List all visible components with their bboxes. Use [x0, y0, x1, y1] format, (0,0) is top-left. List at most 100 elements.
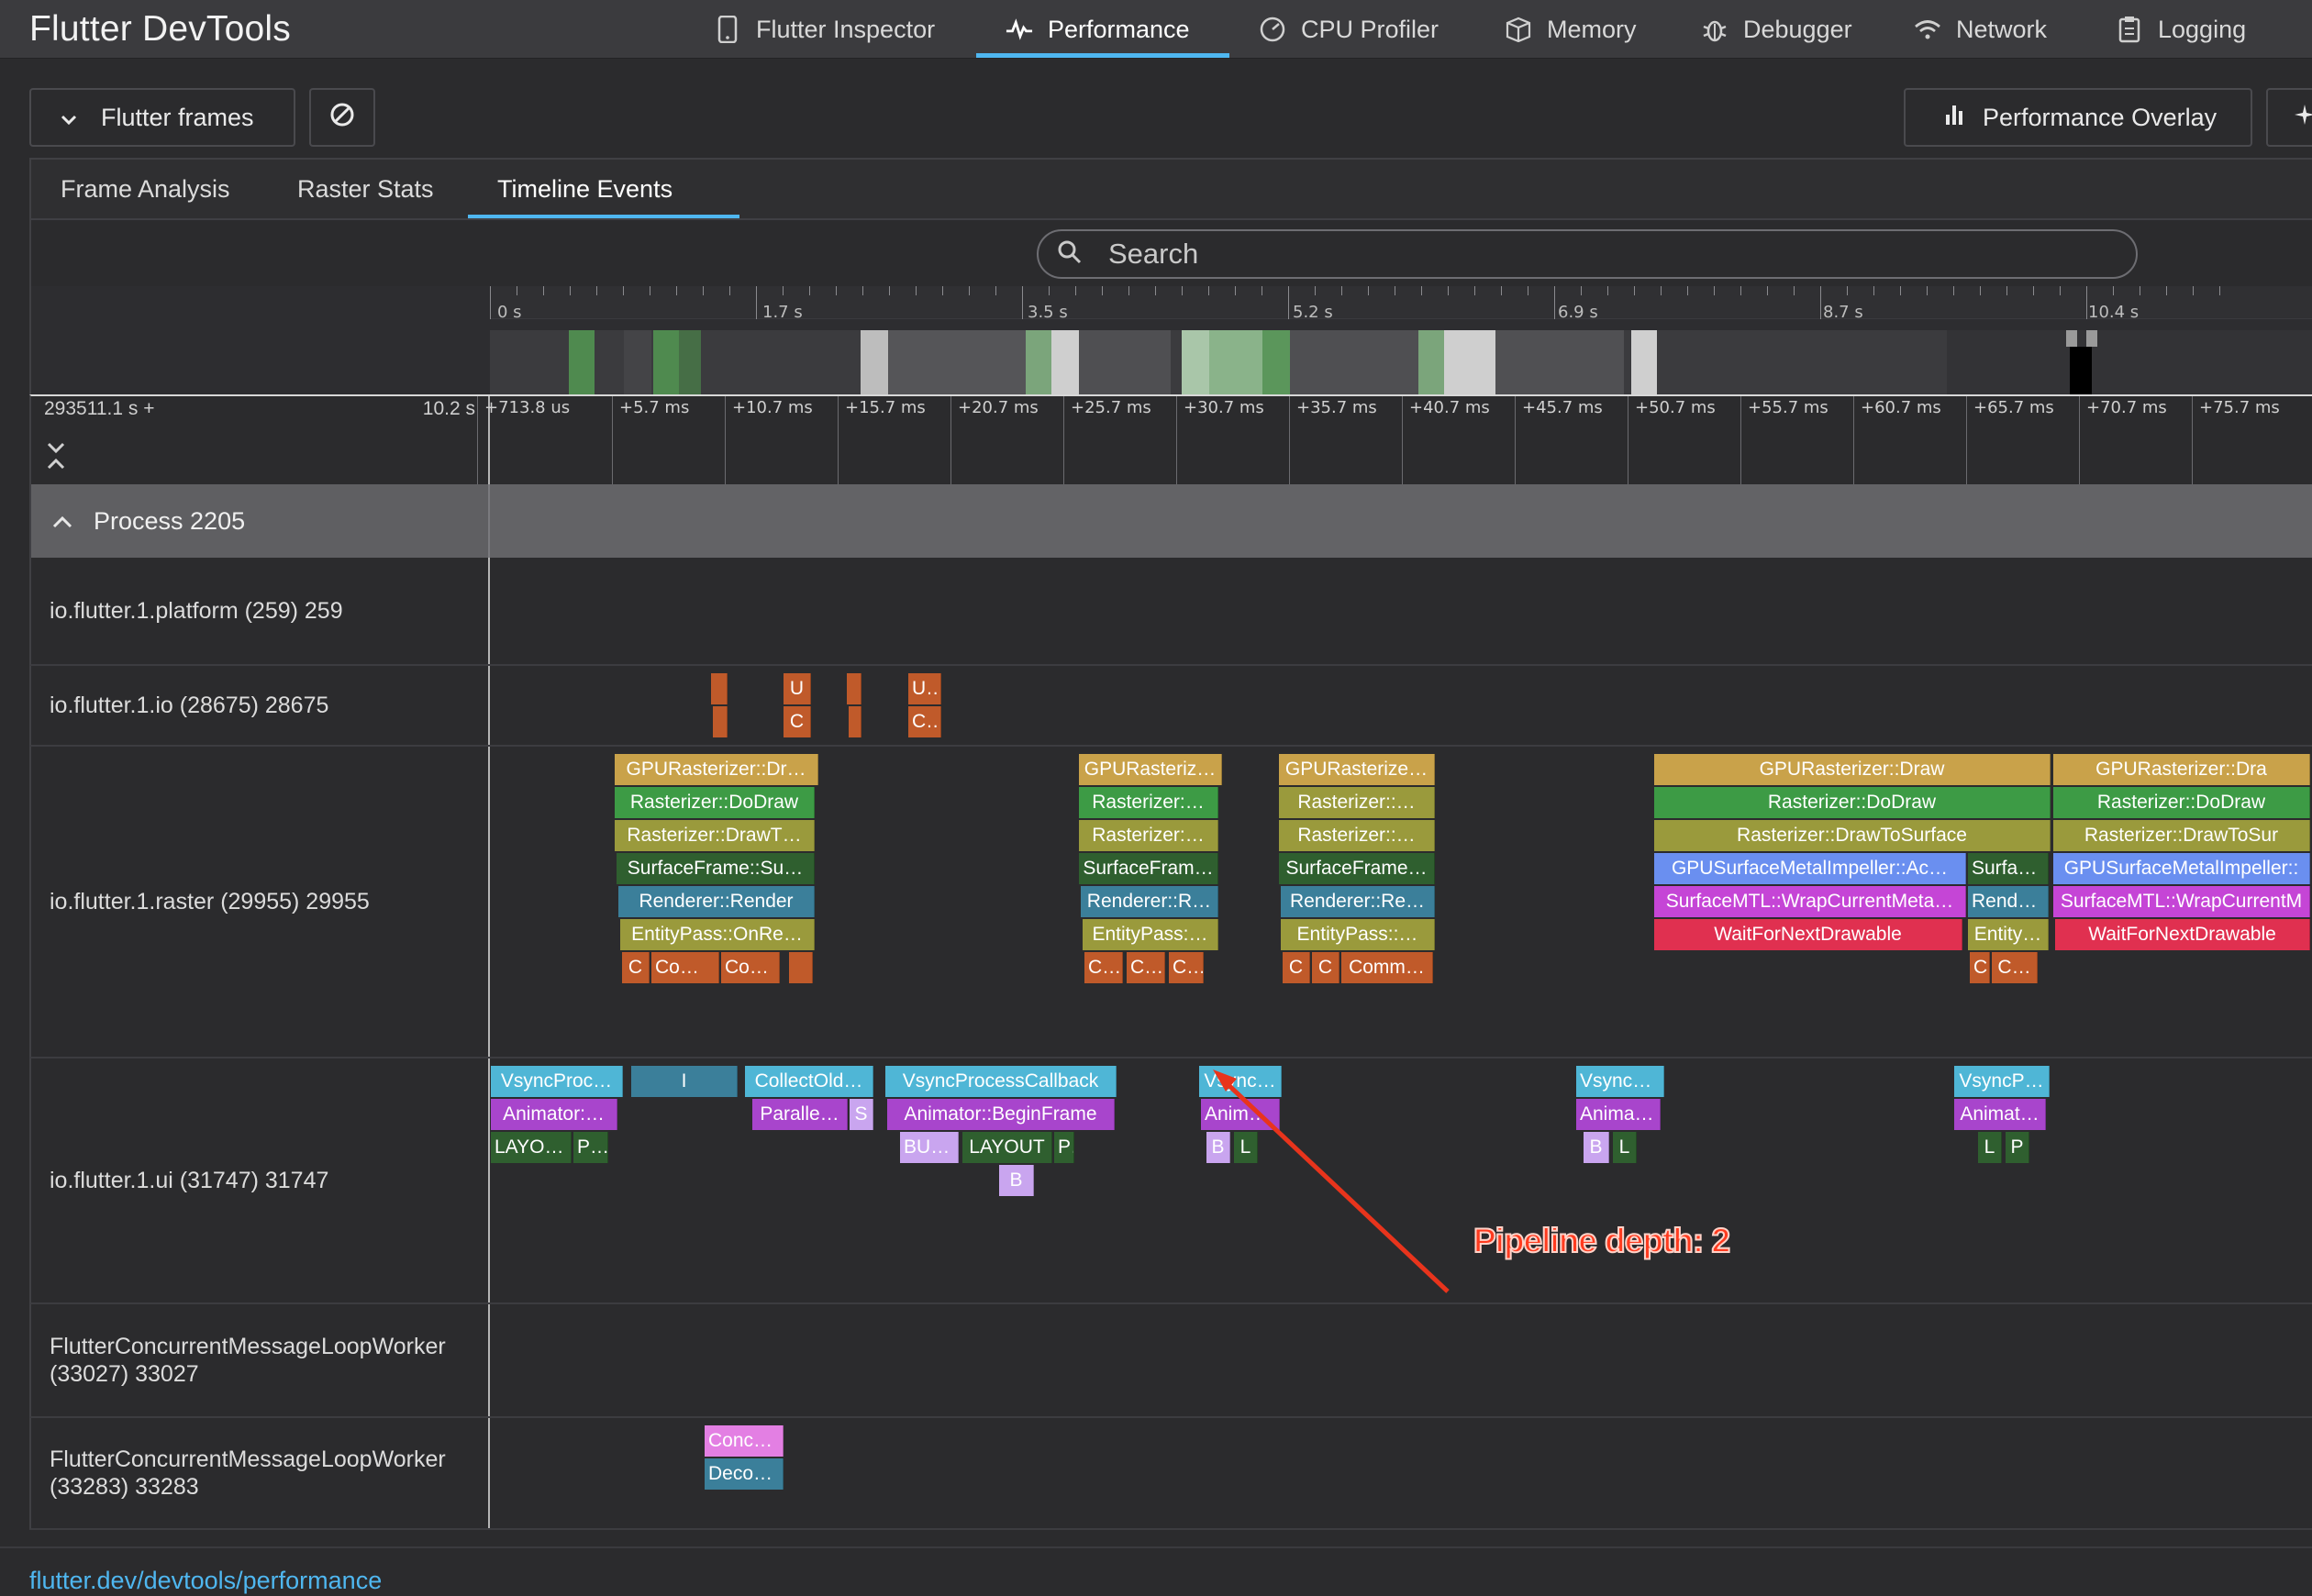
timeline-event[interactable]: Rasterizer::DrawT… [615, 820, 815, 851]
timeline-event[interactable]: L [1613, 1132, 1637, 1163]
overview-handle[interactable] [2086, 330, 2097, 347]
overview-handle[interactable] [2066, 330, 2077, 347]
tab-flutter-inspector[interactable]: Flutter Inspector [714, 0, 935, 59]
timeline-event[interactable]: C… [1127, 952, 1165, 983]
timeline-event[interactable]: GPUSurfaceMetalImpeller::Ac… [1654, 853, 1966, 884]
timeline-event[interactable]: LAYOUT [491, 1132, 572, 1163]
thread-lane[interactable] [492, 1304, 2312, 1416]
timeline-event[interactable]: Entity… [1968, 919, 2049, 950]
overview-viewport-indicator[interactable] [2070, 347, 2092, 394]
timeline-event[interactable]: SurfaceMTL::WrapCurrentM [2053, 886, 2310, 917]
timeline-event[interactable]: VsyncP… [1954, 1066, 2050, 1097]
timeline-event[interactable]: S [850, 1099, 873, 1130]
collapse-all-icon[interactable] [42, 435, 70, 475]
timeline-event[interactable]: Paralle… [752, 1099, 848, 1130]
timeline-event[interactable] [713, 706, 728, 737]
timeline-event[interactable]: P… [573, 1132, 608, 1163]
clear-button[interactable] [309, 88, 375, 147]
timeline-event[interactable]: SurfaceFram… [1079, 853, 1218, 884]
timeline-event[interactable]: Rasterizer::DrawToSur [2053, 820, 2310, 851]
timeline-event[interactable]: Render… [1968, 886, 2049, 917]
timeline-event[interactable]: I [631, 1066, 738, 1097]
tab-logging[interactable]: Logging [2116, 0, 2246, 59]
timeline-event[interactable]: Renderer::Re… [1281, 886, 1435, 917]
enhance-tracing-button[interactable] [2266, 88, 2312, 147]
process-label[interactable]: Process 2205 [31, 484, 490, 558]
timeline-event[interactable]: SurfaceFrame… [1279, 853, 1435, 884]
timeline-event[interactable]: C… [1169, 952, 1204, 983]
tab-cpu-profiler[interactable]: CPU Profiler [1259, 0, 1439, 59]
timeline-event[interactable]: BUI… [900, 1132, 959, 1163]
timeline-event[interactable]: C [622, 952, 650, 983]
timeline-event[interactable]: CollectOld… [745, 1066, 873, 1097]
timeline-event[interactable]: WaitForNextDrawable [2055, 919, 2310, 950]
timeline-event[interactable]: VsyncP… [1576, 1066, 1664, 1097]
tab-timeline-events[interactable]: Timeline Events [497, 160, 672, 218]
tab-performance[interactable]: Performance [1006, 0, 1190, 59]
timeline-event[interactable]: GPUSurfaceMetalImpeller:: [2053, 853, 2310, 884]
thread-lane[interactable]: Concu… Decom… [492, 1418, 2312, 1528]
timeline-event[interactable]: Rasterizer::… [1279, 787, 1435, 818]
timeline-event[interactable]: Rasterizer::DoDraw [1654, 787, 2051, 818]
timeline-event[interactable]: Animator:… [491, 1099, 617, 1130]
timeline-event[interactable]: Rasterizer:… [1079, 787, 1218, 818]
timeline-event[interactable]: VsyncProc… [491, 1066, 623, 1097]
timeline-event[interactable]: Anima… [1201, 1099, 1280, 1130]
timeline-event[interactable]: P [1054, 1132, 1074, 1163]
timeline-event[interactable]: EntityPass:… [1083, 919, 1218, 950]
search-field[interactable] [1037, 229, 2138, 279]
timeline-event[interactable] [711, 673, 728, 704]
timeline-event[interactable]: EntityPass::… [1281, 919, 1435, 950]
timeline-event[interactable]: Com… [721, 952, 780, 983]
timeline-event[interactable]: C… [1084, 952, 1123, 983]
timeline-event[interactable]: Vsync… [1199, 1066, 1282, 1097]
timeline-event[interactable]: Renderer::Render [618, 886, 815, 917]
timeline-event[interactable]: Surfac… [1968, 853, 2049, 884]
timeline-event[interactable]: GPURasteriz… [1079, 754, 1222, 785]
timeline-event[interactable]: U… [908, 673, 941, 704]
timeline-event[interactable]: U [784, 673, 811, 704]
timeline-event[interactable]: B [999, 1165, 1034, 1196]
timeline-event[interactable]: L [1234, 1132, 1258, 1163]
timeline-event[interactable]: Animat… [1576, 1099, 1661, 1130]
timeline-event[interactable] [847, 673, 861, 704]
timeline-event[interactable]: SurfaceFrame::Su… [617, 853, 815, 884]
timeline-event[interactable]: C [1312, 952, 1339, 983]
timeline-event[interactable]: EntityPass::OnRe… [620, 919, 815, 950]
timeline-event[interactable]: Rasterizer::DrawToSurface [1654, 820, 2051, 851]
timeline-event[interactable]: Animat… [1954, 1099, 2046, 1130]
timeline-event[interactable]: Rasterizer::… [1279, 820, 1435, 851]
timeline-event[interactable]: Decom… [705, 1458, 784, 1490]
timeline-event[interactable]: C… [908, 706, 941, 737]
timeline-event[interactable]: Renderer::R… [1081, 886, 1218, 917]
timeline-event[interactable]: VsyncProcessCallback [885, 1066, 1117, 1097]
search-input[interactable] [1108, 238, 1934, 271]
tab-frame-analysis[interactable]: Frame Analysis [61, 160, 230, 218]
thread-lane[interactable]: VsyncProc… Animator:… LAYOUT P… I CollectOld…… [491, 1058, 2312, 1302]
tab-raster-stats[interactable]: Raster Stats [297, 160, 434, 218]
timeline-event[interactable]: GPURasterizer::Draw [1654, 754, 2051, 785]
tab-network[interactable]: Network [1914, 0, 2047, 59]
timeline-overview[interactable]: 0 s 1.7 s 3.5 s 5.2 s 6.9 s 8.7 s 10.4 s [29, 286, 2312, 394]
timeline-event[interactable]: WaitForNextDrawable [1654, 919, 1962, 950]
thread-lane[interactable] [492, 558, 2312, 664]
timeline-event[interactable]: P [2006, 1132, 2029, 1163]
timeline-event[interactable]: B [1584, 1132, 1609, 1163]
timeline-event[interactable] [789, 952, 813, 983]
timeline-event[interactable]: Rasterizer::DoDraw [2053, 787, 2310, 818]
timeline-event[interactable]: Rasterizer::DoDraw [615, 787, 815, 818]
timeline-event[interactable]: Rasterizer:… [1079, 820, 1218, 851]
timeline-event[interactable]: L [1978, 1132, 2002, 1163]
docs-link[interactable]: flutter.dev/devtools/performance [29, 1567, 382, 1595]
timeline-event[interactable]: Comm… [1341, 952, 1433, 983]
process-group-header[interactable]: Process 2205 [29, 484, 2312, 558]
thread-lane[interactable]: UC U…C… [492, 666, 2312, 745]
timeline-event[interactable]: Concu… [705, 1425, 784, 1457]
overview-band[interactable] [490, 330, 2312, 394]
timeline-event[interactable]: Animator::BeginFrame [887, 1099, 1115, 1130]
thread-lane[interactable]: GPURasterizer::Dr… Rasterizer::DoDraw Rast… [492, 747, 2312, 1057]
timeline-event[interactable] [849, 706, 861, 737]
timeline-event[interactable]: C [1283, 952, 1310, 983]
timeline-event[interactable]: GPURasterizer::Dr… [615, 754, 818, 785]
timeline-event[interactable]: C… [1992, 952, 2038, 983]
